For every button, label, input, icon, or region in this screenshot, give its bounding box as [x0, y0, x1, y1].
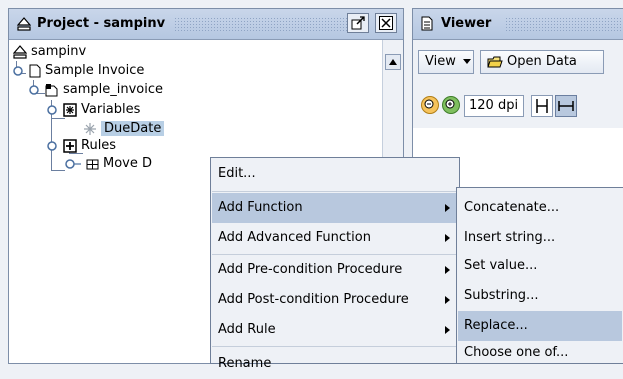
- fit-page-button[interactable]: [555, 95, 577, 117]
- submenu-item-insert-string[interactable]: Insert string...: [458, 223, 622, 253]
- submenu-item-concatenate[interactable]: Concatenate...: [458, 193, 622, 223]
- title-grip: [174, 17, 359, 31]
- expand-toggle-icon[interactable]: [65, 158, 83, 170]
- detach-icon: [351, 16, 365, 30]
- submenu-arrow-icon: [445, 234, 450, 242]
- menu-item-label: Edit...: [218, 166, 256, 181]
- menu-item-rename[interactable]: Rename: [212, 349, 458, 379]
- tree-label: Variables: [81, 102, 141, 117]
- zoom-value: 120 dpi: [469, 98, 519, 113]
- submenu-item-label: Set value...: [464, 258, 538, 273]
- expand-toggle-icon[interactable]: [29, 84, 39, 95]
- zoom-in-button[interactable]: [442, 96, 460, 114]
- variable-icon: [84, 122, 96, 135]
- menu-item-add-function[interactable]: Add Function: [212, 193, 458, 223]
- view-dropdown[interactable]: View: [418, 50, 474, 74]
- layout-icon: [45, 83, 58, 96]
- variables-icon: [63, 102, 77, 117]
- expand-toggle-icon[interactable]: [47, 104, 57, 115]
- submenu-arrow-icon: [445, 266, 450, 274]
- menu-item-label: Add Function: [218, 200, 303, 215]
- viewer-titlebar[interactable]: Viewer: [413, 9, 623, 40]
- tree-line: [51, 170, 65, 171]
- menu-separator: [212, 346, 458, 347]
- menu-item-label: Add Advanced Function: [218, 230, 371, 245]
- menu-item-add-advanced-function[interactable]: Add Advanced Function: [212, 223, 458, 253]
- tree-label: sample_invoice: [63, 82, 164, 97]
- arrow-up-icon: [389, 59, 397, 65]
- expand-toggle-icon[interactable]: [13, 65, 23, 76]
- tree-node-sample-invoice-layout[interactable]: sample_invoice: [29, 81, 163, 99]
- detach-button[interactable]: [347, 13, 369, 33]
- close-icon: [379, 16, 393, 30]
- menu-item-edit[interactable]: Edit...: [212, 159, 458, 189]
- tree-node-rules[interactable]: Rules: [47, 137, 116, 155]
- document-icon: [29, 64, 41, 77]
- tree-node-move[interactable]: Move D: [65, 155, 152, 173]
- project-titlebar[interactable]: Project - sampinv: [9, 9, 403, 40]
- submenu-item-label: Substring...: [464, 288, 539, 303]
- chevron-down-icon: [463, 58, 471, 64]
- tree-node-sample-invoice[interactable]: Sample Invoice: [13, 62, 144, 80]
- fit-page-icon: [558, 101, 574, 111]
- viewer-icon: [421, 16, 433, 31]
- open-folder-icon: [487, 56, 503, 67]
- menu-item-add-precondition[interactable]: Add Pre-condition Procedure: [212, 255, 458, 285]
- scroll-up-button[interactable]: [385, 54, 401, 70]
- menu-item-add-rule[interactable]: Add Rule: [212, 315, 458, 345]
- function-submenu: Concatenate... Insert string... Set valu…: [456, 187, 623, 364]
- tree-label: Sample Invoice: [45, 63, 145, 78]
- submenu-arrow-icon: [445, 204, 450, 212]
- zoom-out-button[interactable]: [421, 96, 439, 114]
- open-data-label: Open Data: [507, 54, 577, 69]
- menu-item-label: Add Rule: [218, 322, 276, 337]
- submenu-arrow-icon: [445, 326, 450, 334]
- submenu-item-label: Insert string...: [464, 230, 556, 245]
- zoom-in-icon: [445, 99, 455, 109]
- menu-item-label: Add Pre-condition Procedure: [218, 262, 403, 277]
- tree-label-selected: DueDate: [101, 121, 165, 136]
- submenu-item-label: Replace...: [464, 318, 528, 333]
- project-panel-title: Project - sampinv: [37, 16, 166, 31]
- submenu-item-replace[interactable]: Replace...: [458, 311, 622, 341]
- tree-node-variables[interactable]: Variables: [47, 101, 140, 119]
- zoom-dpi-field[interactable]: 120 dpi: [464, 95, 524, 117]
- menu-item-add-postcondition[interactable]: Add Post-condition Procedure: [212, 285, 458, 315]
- view-dropdown-label: View: [425, 54, 456, 69]
- submenu-item-label: Choose one of...: [464, 345, 569, 360]
- context-menu: Edit... Add Function Add Advanced Functi…: [210, 157, 460, 371]
- tree-label: sampinv: [31, 44, 87, 59]
- viewer-panel-title: Viewer: [441, 16, 492, 31]
- rules-icon: [63, 138, 77, 153]
- submenu-item-substring[interactable]: Substring...: [458, 281, 622, 311]
- tree-node-duedate[interactable]: DueDate: [83, 120, 165, 138]
- open-data-button[interactable]: Open Data: [480, 50, 604, 74]
- menu-item-label: Add Post-condition Procedure: [218, 292, 409, 307]
- tree-label: Move D: [103, 156, 153, 171]
- submenu-item-label: Concatenate...: [464, 200, 560, 215]
- expand-toggle-icon[interactable]: [47, 140, 57, 151]
- fit-width-button[interactable]: [531, 95, 553, 117]
- zoom-out-icon: [424, 99, 434, 109]
- tree-node-root[interactable]: sampinv: [13, 43, 86, 61]
- fit-width-icon: [536, 99, 548, 113]
- project-icon: [13, 44, 27, 59]
- close-button[interactable]: [375, 13, 397, 33]
- tree-label: Rules: [81, 138, 117, 153]
- submenu-item-set-value[interactable]: Set value...: [458, 251, 622, 281]
- viewer-toolbars: View Open Data 120 dpi: [413, 40, 623, 128]
- submenu-arrow-icon: [445, 296, 450, 304]
- rule-icon: [86, 159, 99, 169]
- project-icon: [17, 17, 31, 31]
- menu-separator: [212, 191, 458, 192]
- title-grip: [505, 17, 623, 31]
